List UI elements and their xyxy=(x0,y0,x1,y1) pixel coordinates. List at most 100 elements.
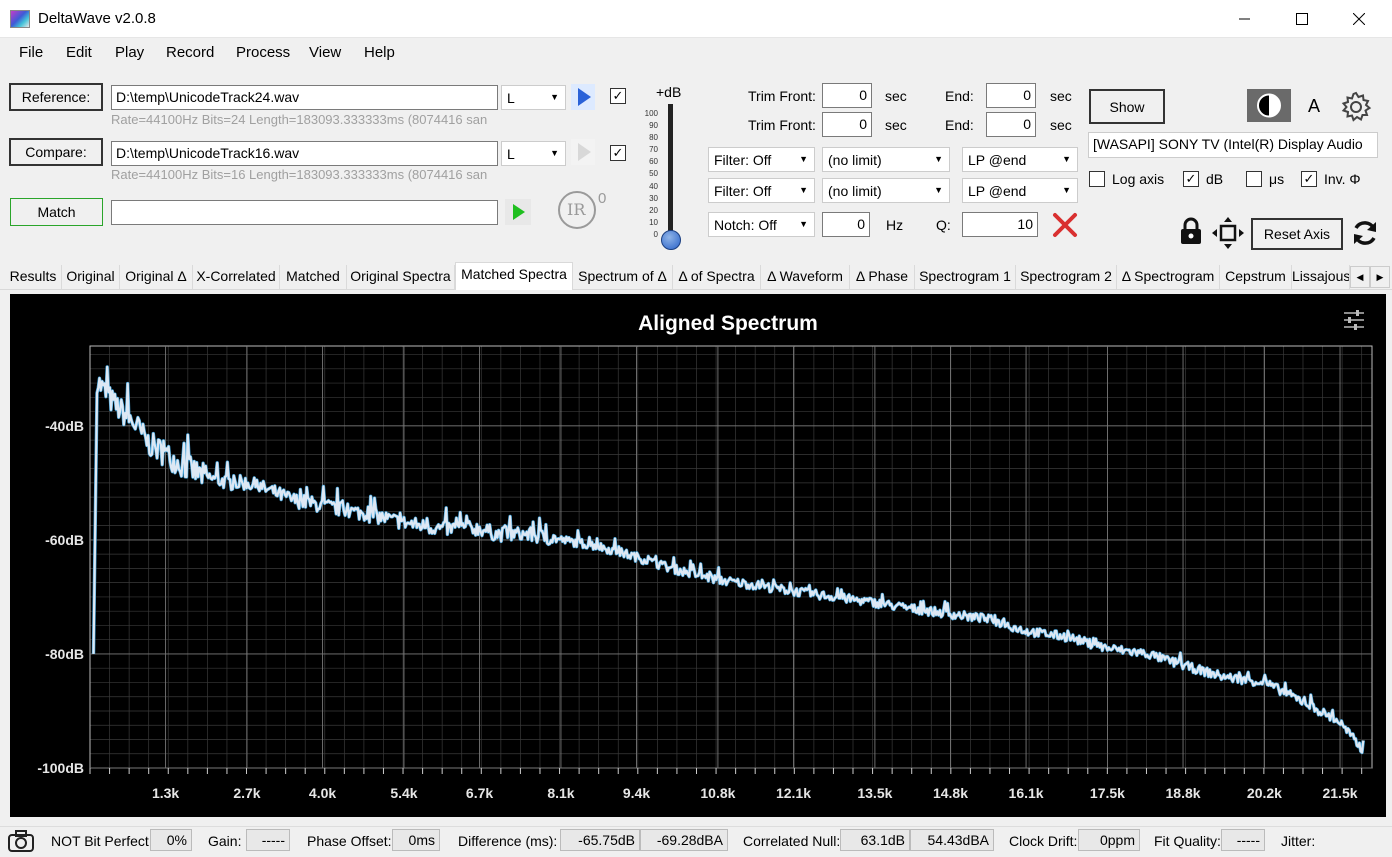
lowpass-1-value: LP @end xyxy=(968,152,1027,168)
lowpass-2-value: LP @end xyxy=(968,183,1027,199)
chart-x-tick-label: 14.8k xyxy=(933,785,968,801)
menu-record[interactable]: Record xyxy=(166,44,214,61)
menu-file[interactable]: File xyxy=(19,44,43,61)
spectrum-chart[interactable]: Aligned Spectrum 1.3k 2.7k 4.0k 5.4k 6.7k 8.1… xyxy=(10,294,1386,817)
compare-channel-select[interactable]: L ▼ xyxy=(501,141,566,166)
chart-x-tick-label: 17.5k xyxy=(1090,785,1125,801)
filter-select-1[interactable]: Filter: Off ▼ xyxy=(708,147,815,172)
trim-end-input-2[interactable]: 0 xyxy=(986,112,1036,137)
tab-original-spectra[interactable]: Original Spectra xyxy=(347,265,455,289)
refresh-icon xyxy=(1354,221,1376,245)
trim-front-input-2[interactable]: 0 xyxy=(822,112,872,137)
chevron-left-icon: ◀ xyxy=(1356,272,1364,282)
chart-x-tick-label: 10.8k xyxy=(700,785,735,801)
chart-settings-icon[interactable] xyxy=(1344,310,1364,330)
app-logo-icon xyxy=(10,10,30,28)
trim-end-input[interactable]: 0 xyxy=(986,83,1036,108)
refresh-button[interactable] xyxy=(1350,218,1380,248)
gain-tick: 90 xyxy=(649,121,658,131)
filter-limit-2-value: (no limit) xyxy=(828,183,882,199)
play-icon xyxy=(513,204,525,220)
notch-frequency-input[interactable]: 0 xyxy=(822,212,870,237)
impulse-response-button[interactable]: IR xyxy=(557,190,597,230)
tab-delta-waveform[interactable]: Δ Waveform xyxy=(761,265,850,289)
tab-scroll-right[interactable]: ▶ xyxy=(1370,266,1390,288)
font-size-button[interactable]: A xyxy=(1308,96,1320,117)
menu-edit[interactable]: Edit xyxy=(66,44,92,61)
tab-x-correlated[interactable]: X-Correlated xyxy=(193,265,280,289)
gain-label: Gain: xyxy=(208,833,242,849)
reset-axis-button[interactable]: Reset Axis xyxy=(1251,218,1343,250)
filter-limit-select-2[interactable]: (no limit) ▼ xyxy=(822,178,950,203)
trim-front-label: Trim Front: xyxy=(748,88,816,104)
trim-front-input[interactable]: 0 xyxy=(822,83,872,108)
camera-icon xyxy=(8,830,34,852)
invert-phase-checkbox[interactable]: ✓ xyxy=(1301,171,1317,187)
correlated-null-dba-value: 54.43dBA xyxy=(910,829,994,851)
match-input[interactable] xyxy=(111,200,498,225)
show-button[interactable]: Show xyxy=(1089,89,1165,124)
gain-tick: 20 xyxy=(649,205,658,215)
tab-spectrogram-1[interactable]: Spectrogram 1 xyxy=(915,265,1016,289)
spectrum-chart-svg[interactable]: Aligned Spectrum 1.3k 2.7k 4.0k 5.4k 6.7k 8.1… xyxy=(10,294,1386,817)
ir-label: IR xyxy=(567,200,586,219)
notch-select[interactable]: Notch: Off ▼ xyxy=(708,212,815,237)
compare-button[interactable]: Compare: xyxy=(9,138,103,166)
lowpass-select-1[interactable]: LP @end ▼ xyxy=(962,147,1078,172)
tab-results[interactable]: Results xyxy=(5,265,62,289)
gain-slider-thumb[interactable] xyxy=(661,230,681,250)
tab-matched[interactable]: Matched xyxy=(280,265,347,289)
gain-slider-scale: 100 90 80 70 60 50 40 30 20 10 0 xyxy=(644,108,658,244)
filter-limit-select-1[interactable]: (no limit) ▼ xyxy=(822,147,950,172)
reference-enable-checkbox[interactable]: ✓ xyxy=(610,88,626,104)
lock-axis-button[interactable] xyxy=(1179,216,1203,246)
menu-view[interactable]: View xyxy=(309,44,341,61)
gain-tick: 70 xyxy=(649,145,658,155)
lowpass-select-2[interactable]: LP @end ▼ xyxy=(962,178,1078,203)
play-match-button[interactable] xyxy=(505,199,531,225)
reference-button[interactable]: Reference: xyxy=(9,83,103,111)
theme-toggle-button[interactable] xyxy=(1247,89,1291,122)
tab-original[interactable]: Original xyxy=(62,265,120,289)
gain-slider-track[interactable] xyxy=(668,104,673,238)
reference-path-input[interactable]: D:\temp\UnicodeTrack24.wav xyxy=(111,85,498,110)
reference-info: Rate=44100Hz Bits=24 Length=183093.33333… xyxy=(111,112,488,127)
log-axis-checkbox[interactable] xyxy=(1089,171,1105,187)
filter-select-2[interactable]: Filter: Off ▼ xyxy=(708,178,815,203)
screenshot-button[interactable] xyxy=(6,828,36,854)
pan-button[interactable] xyxy=(1211,216,1245,250)
filter-limit-1-value: (no limit) xyxy=(828,152,882,168)
tab-spectrogram-2[interactable]: Spectrogram 2 xyxy=(1016,265,1117,289)
settings-button[interactable] xyxy=(1339,90,1373,124)
menu-play[interactable]: Play xyxy=(115,44,144,61)
menu-help[interactable]: Help xyxy=(364,44,395,61)
chart-x-axis-labels: 1.3k 2.7k 4.0k 5.4k 6.7k 8.1k 9.4k 10.8k 12.1k 13… xyxy=(152,785,1358,801)
clear-filters-button[interactable] xyxy=(1051,211,1079,239)
chevron-down-icon: ▼ xyxy=(799,154,808,164)
close-button[interactable] xyxy=(1332,0,1386,38)
audio-device-select[interactable]: [WASAPI] SONY TV (Intel(R) Display Audio xyxy=(1088,132,1378,158)
play-reference-button[interactable] xyxy=(571,84,595,110)
db-checkbox[interactable]: ✓ xyxy=(1183,171,1199,187)
tab-spectrum-of-delta[interactable]: Spectrum of Δ xyxy=(573,265,673,289)
chart-y-tick-label: -60dB xyxy=(45,532,84,548)
compare-path-input[interactable]: D:\temp\UnicodeTrack16.wav xyxy=(111,141,498,166)
tab-delta-spectrogram[interactable]: Δ Spectrogram xyxy=(1117,265,1220,289)
microseconds-checkbox[interactable] xyxy=(1246,171,1262,187)
tab-original-delta[interactable]: Original Δ xyxy=(120,265,193,289)
reference-channel-select[interactable]: L ▼ xyxy=(501,85,566,110)
maximize-button[interactable] xyxy=(1275,0,1329,38)
tab-matched-spectra[interactable]: Matched Spectra xyxy=(455,262,573,290)
tab-lissajous[interactable]: Lissajous xyxy=(1292,265,1350,289)
notch-q-input[interactable]: 10 xyxy=(962,212,1038,237)
chart-plot-frame xyxy=(89,345,1373,769)
compare-enable-checkbox[interactable]: ✓ xyxy=(610,145,626,161)
match-button[interactable]: Match xyxy=(10,198,103,226)
menu-process[interactable]: Process xyxy=(236,44,290,61)
minimize-button[interactable] xyxy=(1218,0,1272,38)
play-compare-button[interactable] xyxy=(571,139,595,165)
tab-delta-phase[interactable]: Δ Phase xyxy=(850,265,915,289)
tab-cepstrum[interactable]: Cepstrum xyxy=(1220,265,1292,289)
tab-scroll-left[interactable]: ◀ xyxy=(1350,266,1370,288)
tab-delta-of-spectra[interactable]: Δ of Spectra xyxy=(673,265,761,289)
